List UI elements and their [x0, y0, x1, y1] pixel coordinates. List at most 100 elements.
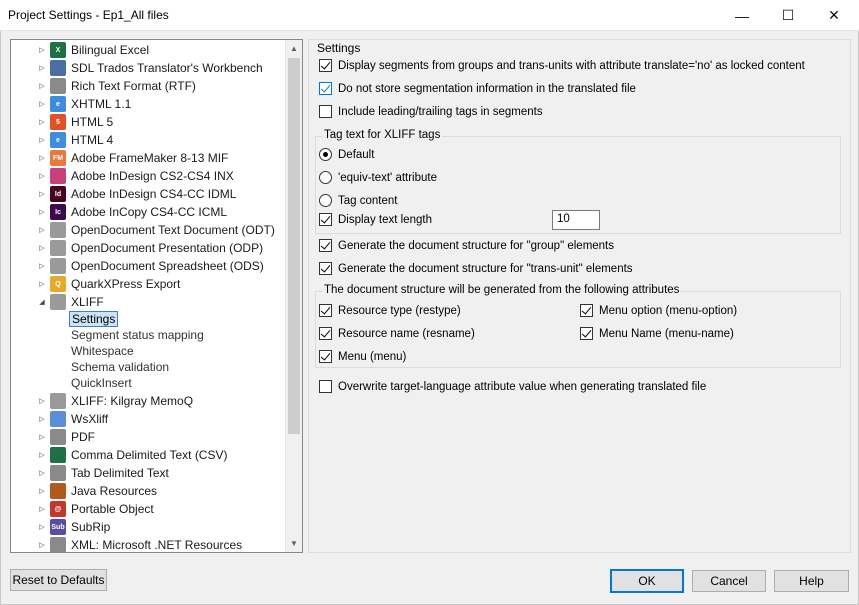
- include-tags-checkbox[interactable]: [319, 105, 332, 118]
- resname-checkbox[interactable]: [319, 327, 332, 340]
- expand-arrow-icon[interactable]: ▷: [37, 136, 47, 144]
- expand-arrow-icon[interactable]: ▷: [37, 118, 47, 126]
- expand-arrow-icon[interactable]: ▷: [37, 172, 47, 180]
- transunit-structure-checkbox[interactable]: [319, 262, 332, 275]
- menu-option[interactable]: Menu (menu): [319, 350, 406, 363]
- tree-item[interactable]: ▷ Java Resources: [37, 482, 157, 500]
- option-label: Resource type (restype): [338, 304, 461, 317]
- menu-name-option[interactable]: Menu Name (menu-name): [580, 327, 734, 340]
- cancel-button[interactable]: Cancel: [692, 570, 766, 592]
- radio-default-option[interactable]: Default: [319, 148, 374, 161]
- ok-button[interactable]: OK: [610, 569, 684, 593]
- menu-checkbox[interactable]: [319, 350, 332, 363]
- tree-item[interactable]: ▷ WsXliff: [37, 410, 108, 428]
- tree-item-label: Portable Object: [71, 502, 154, 516]
- file-type-tree[interactable]: ▲ ▼ ▷ X Bilingual Excel ▷ SDL Trados Transla…: [10, 39, 303, 553]
- restype-option[interactable]: Resource type (restype): [319, 304, 461, 317]
- tree-item[interactable]: ▷ Comma Delimited Text (CSV): [37, 446, 227, 464]
- restype-checkbox[interactable]: [319, 304, 332, 317]
- tree-item[interactable]: ▷ OpenDocument Text Document (ODT): [37, 221, 275, 239]
- expand-arrow-icon[interactable]: ▷: [37, 208, 47, 216]
- expanded-arrow-icon[interactable]: ◢: [37, 298, 47, 306]
- overwrite-target-language-checkbox[interactable]: [319, 380, 332, 393]
- scroll-down-button[interactable]: ▼: [286, 535, 302, 552]
- text-length-input[interactable]: 10: [552, 210, 600, 230]
- expand-arrow-icon[interactable]: ▷: [37, 226, 47, 234]
- expand-arrow-icon[interactable]: ▷: [37, 415, 47, 423]
- locked-content-checkbox[interactable]: [319, 59, 332, 72]
- tree-item-label: OpenDocument Presentation (ODP): [71, 241, 264, 255]
- tree-item[interactable]: ▷ OpenDocument Presentation (ODP): [37, 239, 263, 257]
- expand-arrow-icon[interactable]: ▷: [37, 262, 47, 270]
- tree-item[interactable]: ▷ OpenDocument Spreadsheet (ODS): [37, 257, 264, 275]
- expand-arrow-icon[interactable]: ▷: [37, 82, 47, 90]
- expand-arrow-icon[interactable]: ▷: [37, 523, 47, 531]
- tree-item[interactable]: ▷ Adobe InDesign CS2-CS4 INX: [37, 167, 234, 185]
- minimize-button[interactable]: —: [719, 0, 765, 31]
- expand-arrow-icon[interactable]: ▷: [37, 280, 47, 288]
- tree-item[interactable]: ▷ XML: Microsoft .NET Resources: [37, 536, 242, 552]
- tree-item[interactable]: ▷ e XHTML 1.1: [37, 95, 131, 113]
- tree-item[interactable]: ▷ FM Adobe FrameMaker 8-13 MIF: [37, 149, 228, 167]
- radio-equiv-text[interactable]: [319, 171, 332, 184]
- menu-option-attr-checkbox[interactable]: [580, 304, 593, 317]
- tree-item[interactable]: ▷ @ Portable Object: [37, 500, 154, 518]
- scroll-thumb[interactable]: [288, 58, 300, 434]
- locked-content-option[interactable]: Display segments from groups and trans-u…: [319, 59, 805, 72]
- menu-option-attr-option[interactable]: Menu option (menu-option): [580, 304, 737, 317]
- expand-arrow-icon[interactable]: ▷: [37, 541, 47, 549]
- tree-item[interactable]: ▷ SDL Trados Translator's Workbench: [37, 59, 263, 77]
- expand-arrow-icon[interactable]: ▷: [37, 487, 47, 495]
- expand-arrow-icon[interactable]: ▷: [37, 244, 47, 252]
- tree-child-selected[interactable]: Settings: [69, 311, 119, 327]
- expand-arrow-icon[interactable]: ▷: [37, 505, 47, 513]
- tree-child-item[interactable]: Whitespace: [69, 343, 136, 359]
- tree-item[interactable]: ▷ Ic Adobe InCopy CS4-CC ICML: [37, 203, 227, 221]
- resname-option[interactable]: Resource name (resname): [319, 327, 475, 340]
- expand-arrow-icon[interactable]: ▷: [37, 154, 47, 162]
- transunit-structure-option[interactable]: Generate the document structure for "tra…: [319, 262, 633, 275]
- expand-arrow-icon[interactable]: ▷: [37, 469, 47, 477]
- tree-item[interactable]: ▷ e HTML 4: [37, 131, 113, 149]
- tree-item[interactable]: ▷ PDF: [37, 428, 95, 446]
- no-store-segmentation-checkbox[interactable]: [319, 82, 332, 95]
- tree-item[interactable]: ▷ Q QuarkXPress Export: [37, 275, 180, 293]
- include-tags-option[interactable]: Include leading/trailing tags in segment…: [319, 105, 543, 118]
- expand-arrow-icon[interactable]: ▷: [37, 100, 47, 108]
- expand-arrow-icon[interactable]: ▷: [37, 397, 47, 405]
- group-structure-option[interactable]: Generate the document structure for "gro…: [319, 239, 614, 252]
- scroll-up-button[interactable]: ▲: [286, 40, 302, 57]
- radio-default[interactable]: [319, 148, 332, 161]
- display-text-length-checkbox[interactable]: [319, 213, 332, 226]
- expand-arrow-icon[interactable]: ▷: [37, 46, 47, 54]
- maximize-button[interactable]: ☐: [765, 0, 811, 31]
- tree-child-item[interactable]: Schema validation: [69, 359, 171, 375]
- expand-arrow-icon[interactable]: ▷: [37, 433, 47, 441]
- tree-child-item[interactable]: Segment status mapping: [69, 327, 206, 343]
- radio-tag-content[interactable]: [319, 194, 332, 207]
- tab-text-icon: [50, 465, 66, 481]
- tree-item[interactable]: ▷ XLIFF: Kilgray MemoQ: [37, 392, 193, 410]
- tree-item[interactable]: ◢ XLIFF: [37, 293, 104, 311]
- tree-item[interactable]: ▷ Tab Delimited Text: [37, 464, 169, 482]
- tree-item[interactable]: ▷ Rich Text Format (RTF): [37, 77, 196, 95]
- tree-item[interactable]: ▷ Id Adobe InDesign CS4-CC IDML: [37, 185, 236, 203]
- tree-item[interactable]: ▷ X Bilingual Excel: [37, 41, 149, 59]
- overwrite-target-language-option[interactable]: Overwrite target-language attribute valu…: [319, 380, 706, 393]
- expand-arrow-icon[interactable]: ▷: [37, 64, 47, 72]
- expand-arrow-icon[interactable]: ▷: [37, 190, 47, 198]
- expand-arrow-icon[interactable]: ▷: [37, 451, 47, 459]
- group-structure-checkbox[interactable]: [319, 239, 332, 252]
- display-text-length-option[interactable]: Display text length: [319, 213, 432, 226]
- tree-scrollbar[interactable]: ▲ ▼: [285, 40, 302, 552]
- tree-item[interactable]: ▷ 5 HTML 5: [37, 113, 113, 131]
- tree-item[interactable]: ▷ Sub SubRip: [37, 518, 110, 536]
- radio-equiv-option[interactable]: 'equiv-text' attribute: [319, 171, 437, 184]
- help-button[interactable]: Help: [774, 570, 849, 592]
- menu-name-checkbox[interactable]: [580, 327, 593, 340]
- reset-defaults-button[interactable]: Reset to Defaults: [10, 569, 107, 591]
- no-store-segmentation-option[interactable]: Do not store segmentation information in…: [319, 82, 636, 95]
- tree-child-item[interactable]: QuickInsert: [69, 375, 134, 391]
- close-button[interactable]: ✕: [811, 0, 857, 31]
- radio-tag-content-option[interactable]: Tag content: [319, 194, 397, 207]
